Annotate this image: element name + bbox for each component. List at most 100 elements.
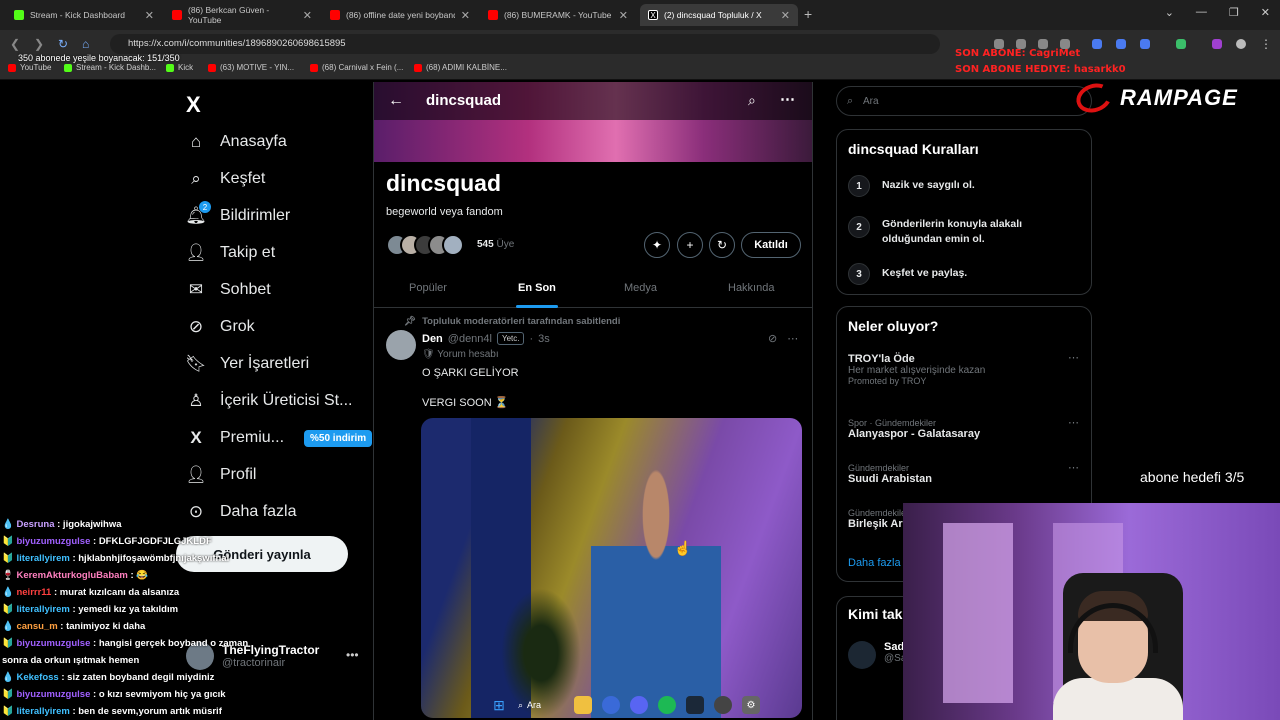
- share-icon[interactable]: ↻: [709, 232, 735, 258]
- more-icon[interactable]: ⋯: [1068, 416, 1079, 429]
- restore-icon[interactable]: ❐: [1229, 6, 1239, 19]
- more-icon[interactable]: ⋯: [1068, 461, 1079, 474]
- windows-start-icon[interactable]: ⊞: [490, 696, 508, 714]
- chrome-icon[interactable]: [602, 696, 620, 714]
- tab-about[interactable]: Hakkında: [728, 282, 774, 294]
- search-icon[interactable]: ⌕: [748, 92, 756, 109]
- post-role-text: Yorum hesabı: [437, 349, 499, 360]
- settings-icon[interactable]: ⚙: [742, 696, 760, 714]
- more-icon[interactable]: ⋯: [780, 90, 795, 108]
- youtube-icon: [330, 10, 340, 20]
- forward-icon[interactable]: ❯: [34, 37, 44, 51]
- bookmark-item[interactable]: (63) MOTIVE - YIN...: [208, 63, 294, 72]
- tab-latest[interactable]: En Son: [518, 282, 556, 294]
- taskbar-search[interactable]: ⌕ Ara: [518, 700, 564, 711]
- spotify-icon[interactable]: [658, 696, 676, 714]
- webcam-door: [943, 523, 1013, 703]
- browser-tab[interactable]: (86) offline date yeni boyband ✕: [322, 4, 478, 26]
- profile-icon[interactable]: [1236, 39, 1246, 49]
- member-count[interactable]: 545 Üye: [477, 239, 514, 250]
- more-icon[interactable]: ⋯: [787, 332, 798, 345]
- sidebar-item-profile[interactable]: 👤︎ Profil: [185, 465, 257, 485]
- discord-icon[interactable]: [630, 696, 648, 714]
- x-logo[interactable]: X: [186, 92, 201, 118]
- sidebar-item-grok[interactable]: ⊘ Grok: [186, 317, 255, 337]
- menu-icon[interactable]: ⋮: [1260, 37, 1272, 51]
- extension-icon[interactable]: [1092, 39, 1102, 49]
- back-arrow-icon[interactable]: ←: [388, 92, 404, 110]
- close-window-icon[interactable]: ✕: [1261, 6, 1270, 19]
- reload-icon[interactable]: ↻: [58, 37, 68, 51]
- avatar[interactable]: [386, 330, 416, 360]
- obs-icon[interactable]: [714, 696, 732, 714]
- post-video[interactable]: [421, 418, 802, 718]
- search-input[interactable]: ⌕ Ara: [836, 86, 1092, 116]
- extension-icon[interactable]: [1116, 39, 1126, 49]
- trend-item[interactable]: Gündemdekiler Birleşik Ar: [848, 508, 909, 530]
- sidebar-item-bookmarks[interactable]: 🔖︎ Yer İşaretleri: [185, 354, 310, 374]
- trend-category: Gündemdekiler: [848, 508, 910, 518]
- close-icon[interactable]: ✕: [145, 9, 154, 22]
- post-author[interactable]: Den: [422, 333, 443, 345]
- puzzle-icon[interactable]: [1140, 39, 1150, 49]
- more-icon[interactable]: ⋯: [1068, 351, 1079, 364]
- file-explorer-icon[interactable]: [574, 696, 592, 714]
- follow-suggestion[interactable]: Sad @Sa: [848, 641, 906, 669]
- sidebar-item-label: Yer İşaretleri: [220, 355, 310, 372]
- sidebar-item-explore[interactable]: ⌕ Keşfet: [186, 169, 265, 189]
- home-icon[interactable]: ⌂: [82, 37, 89, 51]
- tab-popular[interactable]: Popüler: [409, 282, 447, 294]
- mod-badge: Yetc.: [496, 332, 525, 345]
- sidebar-item-premium[interactable]: X Premiu... %50 indirim: [186, 428, 373, 448]
- sidebar-item-notifications[interactable]: 🔔︎ 2 Bildirimler: [185, 201, 291, 226]
- chat-username: literallyirem: [16, 706, 70, 717]
- lab-icon[interactable]: [1176, 39, 1186, 49]
- browser-tab[interactable]: Stream - Kick Dashboard ✕: [6, 4, 162, 26]
- post-handle[interactable]: @denn4l: [448, 333, 492, 345]
- trend-item[interactable]: Gündemdekiler Suudi Arabistan ⋯: [848, 462, 1079, 485]
- chat-text: : hangisi gerçek boyband o zaman: [93, 638, 249, 649]
- sidebar-item-creator-studio[interactable]: ♙ İçerik Üreticisi St...: [186, 391, 352, 411]
- trend-item[interactable]: Spor · Gündemdekiler Alanyaspor - Galata…: [848, 417, 1079, 440]
- steam-icon[interactable]: [686, 696, 704, 714]
- chat-message: 💧 Kekefoss : siz zaten boyband degil miy…: [2, 672, 215, 683]
- bookmark-item[interactable]: Kick: [166, 63, 193, 72]
- trend-item[interactable]: TROY'la Öde Her market alışverişinde kaz…: [848, 352, 1079, 386]
- chat-message: 💧 Desruna : jigokajwihwa: [2, 519, 122, 530]
- member-avatars[interactable]: [386, 234, 464, 256]
- close-icon[interactable]: ✕: [461, 9, 470, 22]
- sidebar-item-messages[interactable]: ✉ Sohbet: [186, 280, 271, 300]
- new-tab-button[interactable]: +: [804, 6, 812, 22]
- sidebar-item-label: Profil: [220, 466, 257, 483]
- sidebar-item-follow[interactable]: 👤︎ Takip et: [185, 243, 275, 263]
- show-more-link[interactable]: Daha fazla: [848, 557, 901, 569]
- tab-list-icon[interactable]: ⌄: [1165, 6, 1174, 19]
- sparkle-icon[interactable]: ✦: [644, 232, 670, 258]
- chat-text: : murat kızılcanı da alsanıza: [53, 587, 180, 598]
- bookmark-item[interactable]: Stream - Kick Dashb...: [64, 63, 156, 72]
- chat-text: : yemedi kız ya takıldım: [72, 604, 179, 615]
- sidebar-item-label: Bildirimler: [220, 207, 291, 224]
- back-icon[interactable]: ❮: [10, 37, 20, 51]
- minimize-icon[interactable]: —: [1196, 6, 1207, 19]
- tab-media[interactable]: Medya: [624, 282, 657, 294]
- joined-button[interactable]: Katıldı: [741, 232, 801, 258]
- post-time[interactable]: 3s: [538, 333, 550, 345]
- invite-icon[interactable]: +: [677, 232, 703, 258]
- close-icon[interactable]: ✕: [619, 9, 628, 22]
- bookmark-item[interactable]: (68) ADIMI KALBİNE...: [414, 63, 507, 72]
- chat-username: cansu_m: [16, 621, 58, 632]
- chat-username: neirrr11: [16, 587, 52, 598]
- bookmark-item[interactable]: (68) Carnival x Fein (...: [310, 63, 403, 72]
- rule-item: 1 Nazik ve saygılı ol.: [848, 175, 975, 197]
- browser-tab[interactable]: (86) Berkcan Güven - YouTube ✕: [164, 4, 320, 26]
- browser-tab-active[interactable]: X (2) dincsquad Topluluk / X ✕: [640, 4, 798, 26]
- browser-tab[interactable]: (86) BUMERAMK - YouTube ✕: [480, 4, 636, 26]
- url-field[interactable]: https://x.com/i/communities/189689026069…: [110, 34, 940, 54]
- grok-icon[interactable]: ⊘: [768, 332, 777, 345]
- bookmark-item[interactable]: YouTube: [8, 63, 51, 72]
- close-icon[interactable]: ✕: [781, 9, 790, 22]
- extension-icon[interactable]: [1212, 39, 1222, 49]
- close-icon[interactable]: ✕: [303, 9, 312, 22]
- sidebar-item-home[interactable]: ⌂ Anasayfa: [186, 132, 287, 152]
